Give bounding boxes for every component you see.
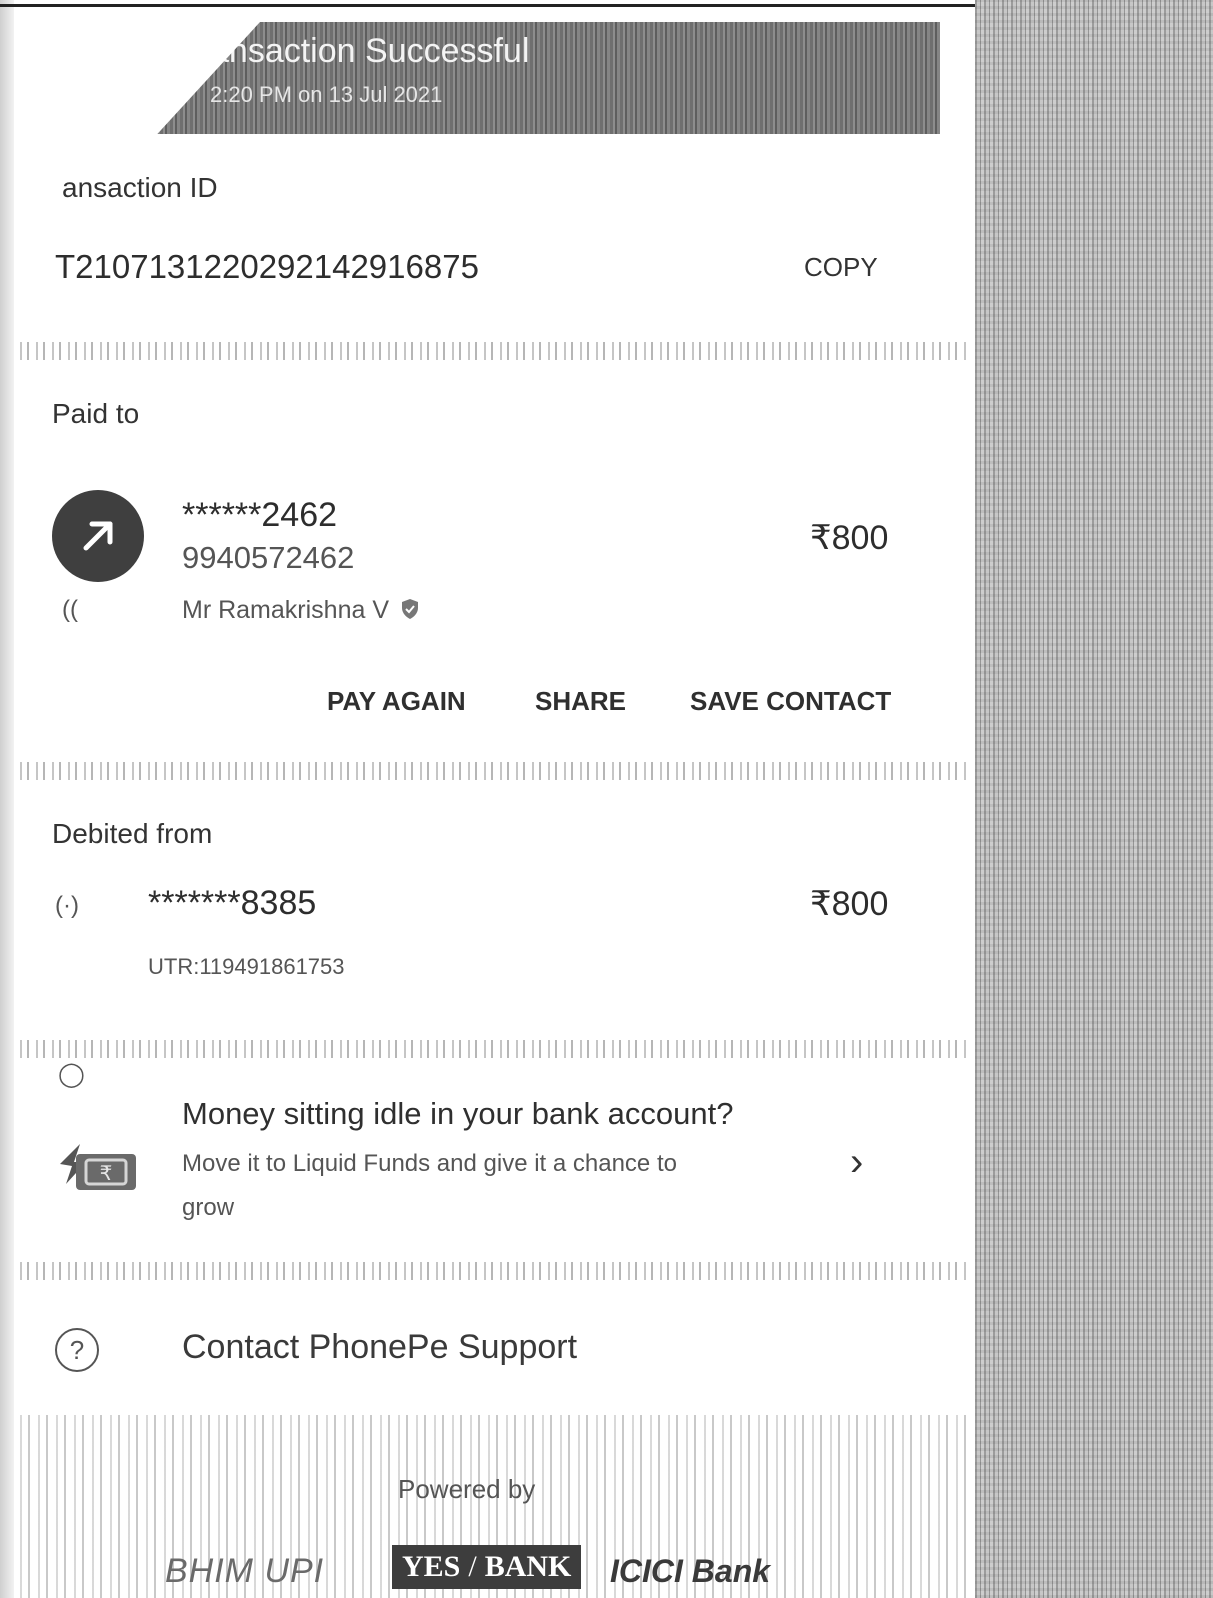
bhim-upi-logo: BHIM UPI [165,1552,325,1590]
payee-name: Mr Ramakrishna V [182,596,389,624]
help-circle-icon[interactable]: ? [55,1328,99,1372]
debited-account: *******8385 [148,884,317,922]
bank-mini-icon: (( [62,596,78,623]
verified-shield-icon [401,599,418,619]
scan-left-edge [0,0,14,1598]
paid-to-label: Paid to [52,398,140,429]
icici-bank-logo-text: ICICI Bank [610,1553,771,1589]
save-contact-button[interactable]: SAVE CONTACT [690,686,891,717]
icici-bank-logo: ICICI Bank [610,1545,770,1598]
promo-body-line2: grow [182,1194,235,1221]
payee-avatar [52,490,144,582]
transaction-id-value: T2107131220292142916875 [55,248,479,285]
chevron-right-icon[interactable]: › [850,1140,863,1185]
pay-again-button[interactable]: PAY AGAIN [327,686,466,717]
promo-decoration-icon: ◯ [58,1061,85,1088]
bank-logo-icon: (·) [55,892,79,919]
yes-bank-logo-left: YES [402,1550,461,1583]
yes-bank-logo-right: BANK [484,1550,572,1583]
promo-title[interactable]: Money sitting idle in your bank account? [182,1096,733,1132]
payee-name-row: Mr Ramakrishna V [182,596,420,625]
promo-body-line1: Move it to Liquid Funds and give it a ch… [182,1150,677,1177]
divider [20,342,970,360]
rupee-funds-icon: ₹ [60,1144,136,1190]
paid-amount: ₹800 [810,519,889,557]
divider [20,762,970,780]
utr-number: UTR:119491861753 [148,954,345,979]
payee-masked-number: ******2462 [182,496,338,534]
arrow-up-right-icon [83,521,113,551]
transaction-id-label: ansaction ID [62,172,218,203]
payee-phone: 9940572462 [182,540,355,575]
debited-amount: ₹800 [810,885,889,923]
yes-bank-logo: YES / BANK [392,1545,582,1589]
scan-noise-band [975,0,1213,1598]
page-fold [150,22,260,142]
divider [20,1040,970,1058]
powered-by-label: Powered by [398,1474,536,1504]
divider [20,1262,970,1280]
copy-button[interactable]: COPY [804,252,878,283]
svg-text:₹: ₹ [100,1163,113,1185]
debited-from-label: Debited from [52,818,213,849]
contact-support-link[interactable]: Contact PhonePe Support [182,1328,577,1367]
success-header: ansaction Successful 2:20 PM on 13 Jul 2… [150,22,940,142]
share-button[interactable]: SHARE [535,686,626,717]
yes-bank-slash: / [468,1550,477,1583]
